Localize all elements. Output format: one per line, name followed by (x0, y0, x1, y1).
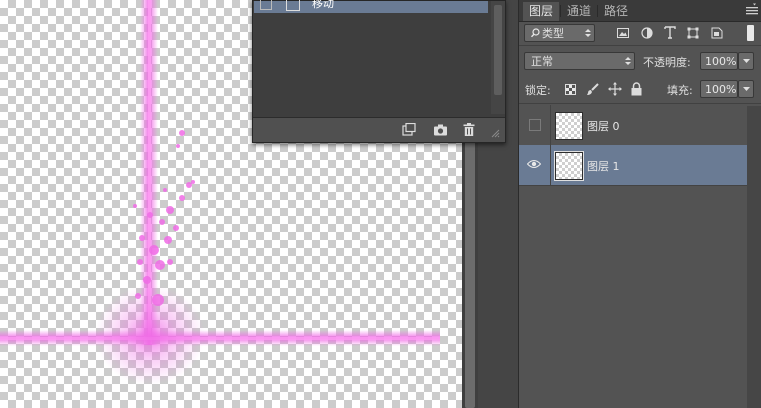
chevron-down-icon (743, 59, 750, 63)
filter-toggle-switch[interactable] (747, 25, 754, 41)
blend-mode-value: 正常 (531, 55, 553, 68)
tab-paths[interactable]: 路径 (598, 2, 634, 21)
lock-all-icon[interactable] (631, 82, 642, 99)
tab-layers[interactable]: 图层 (523, 2, 560, 21)
history-panel: 移动 (252, 0, 506, 143)
history-item-selected[interactable]: 移动 (254, 0, 488, 13)
layer-visibility-toggle[interactable] (519, 145, 551, 185)
layer-thumbnail (554, 151, 584, 181)
scrollbar-thumb[interactable] (494, 5, 502, 95)
layer-name[interactable]: 图层 0 (587, 118, 620, 134)
layer-visibility-toggle[interactable] (519, 105, 551, 145)
blend-mode-select[interactable]: 正常 (524, 52, 635, 70)
layer-row-1[interactable]: 图层 1 (519, 145, 747, 186)
chevron-down-icon (743, 87, 750, 91)
smart-object-filter-icon[interactable] (711, 27, 723, 42)
lock-brush-icon[interactable] (586, 83, 599, 99)
layers-panel: 图层 通道 路径 类型 正常 不透明度: 100% 锁定: 填充: 100% 图… (518, 0, 761, 408)
lock-transparent-icon[interactable] (565, 84, 576, 98)
eye-icon (527, 159, 541, 169)
lock-label: 锁定: (525, 84, 551, 97)
opacity-input[interactable]: 100% (700, 52, 738, 70)
image-filter-icon[interactable] (617, 27, 629, 42)
divider (519, 45, 761, 46)
layer-row-0[interactable]: 图层 0 (519, 105, 747, 146)
new-snapshot-icon[interactable] (401, 122, 417, 137)
search-icon (530, 25, 540, 47)
panel-tab-bar: 图层 通道 路径 (519, 0, 761, 22)
camera-icon[interactable] (432, 122, 448, 137)
panel-menu-icon[interactable] (745, 3, 759, 17)
layer-thumbnail (555, 112, 583, 140)
spinner-arrows-icon (585, 29, 591, 37)
adjustment-filter-icon[interactable] (641, 27, 653, 42)
text-filter-icon[interactable] (664, 26, 676, 42)
document-icon (286, 0, 300, 11)
trash-icon[interactable] (461, 122, 477, 137)
history-item-label: 移动 (312, 0, 334, 10)
divider (519, 103, 761, 104)
filter-kind-label: 类型 (542, 27, 564, 40)
fill-dropdown-button[interactable] (738, 80, 754, 98)
layers-scrollbar[interactable] (747, 106, 761, 408)
visibility-empty-icon (529, 119, 541, 131)
tab-channels[interactable]: 通道 (561, 2, 597, 21)
opacity-value: 100% (705, 55, 737, 68)
fill-input[interactable]: 100% (700, 80, 738, 98)
fill-value: 100% (705, 83, 737, 96)
history-scrollbar[interactable] (491, 1, 505, 114)
filter-kind-select[interactable]: 类型 (524, 24, 595, 42)
history-footer (253, 117, 505, 142)
layer-name[interactable]: 图层 1 (587, 158, 620, 174)
opacity-dropdown-button[interactable] (738, 52, 754, 70)
shape-filter-icon[interactable] (687, 27, 699, 42)
fill-label: 填充: (667, 84, 693, 97)
opacity-label: 不透明度: (643, 56, 691, 69)
resize-grip-icon[interactable] (487, 125, 503, 140)
spinner-arrows-icon (625, 57, 631, 65)
history-checkbox[interactable] (260, 0, 272, 10)
lock-move-icon[interactable] (608, 82, 622, 99)
